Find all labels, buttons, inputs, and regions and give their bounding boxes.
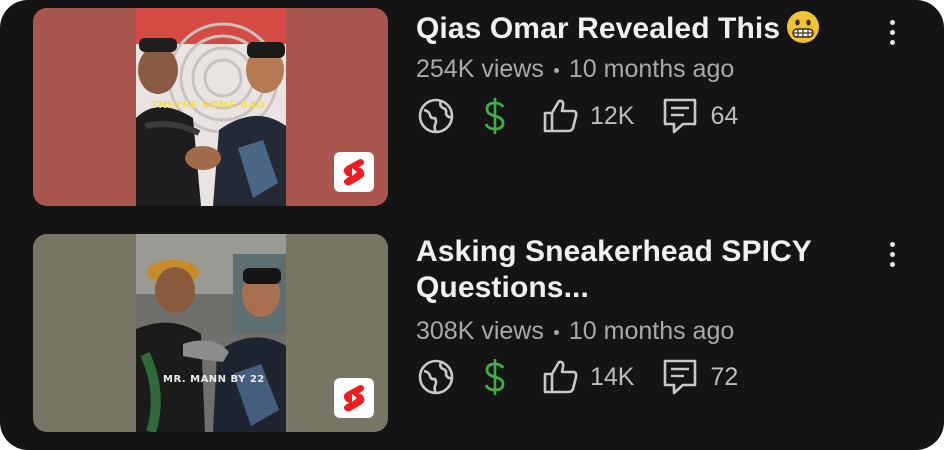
- video-title-text: Qias Omar Revealed This: [416, 12, 781, 45]
- comment-count[interactable]: 72: [662, 358, 738, 396]
- view-count: 254K views: [416, 55, 544, 83]
- video-meta: 254K views 10 months ago: [416, 54, 734, 84]
- shorts-badge: [334, 152, 374, 192]
- video-stats: 12K 64: [416, 96, 738, 136]
- more-options-button[interactable]: [880, 236, 904, 272]
- more-vertical-icon: [889, 19, 895, 25]
- grimacing-face-icon: [786, 10, 820, 53]
- video-item[interactable]: THEYRE SOME BAD Qias Omar Revealed This: [0, 8, 944, 218]
- shorts-icon: [343, 385, 365, 412]
- separator-dot: [553, 329, 559, 335]
- shorts-badge: [334, 378, 374, 418]
- video-title-line: Asking Sneakerhead SPICY: [416, 235, 812, 268]
- dollar-icon: [484, 98, 505, 134]
- comment-icon: [664, 359, 697, 395]
- video-title-line: Questions...: [416, 271, 589, 304]
- thumbs-up-icon: [543, 360, 578, 394]
- video-stats: 14K 72: [416, 357, 738, 397]
- visibility-status[interactable]: [416, 96, 456, 136]
- video-thumbnail[interactable]: THEYRE SOME BAD: [33, 8, 388, 206]
- video-item[interactable]: MR. MANN BY 22 Asking Sneakerhead SPICY …: [0, 234, 944, 444]
- video-title[interactable]: Asking Sneakerhead SPICY Questions...: [416, 234, 856, 306]
- like-count-value: 14K: [590, 362, 635, 391]
- thumbnail-caption: THEYRE SOME BAD: [151, 100, 266, 111]
- video-list: THEYRE SOME BAD Qias Omar Revealed This: [0, 0, 944, 450]
- monetization-status[interactable]: [482, 357, 508, 397]
- video-title[interactable]: Qias Omar Revealed This: [416, 10, 856, 53]
- like-count[interactable]: 14K: [542, 358, 634, 396]
- globe-icon: [418, 359, 454, 395]
- more-options-button[interactable]: [880, 14, 904, 50]
- globe-icon: [418, 98, 454, 134]
- visibility-status[interactable]: [416, 357, 456, 397]
- video-meta: 308K views 10 months ago: [416, 316, 734, 346]
- comment-count-value: 72: [710, 362, 739, 391]
- comment-count-value: 64: [710, 101, 739, 130]
- upload-age: 10 months ago: [568, 55, 735, 83]
- thumbs-up-icon: [543, 99, 578, 133]
- view-count: 308K views: [416, 317, 544, 345]
- upload-age: 10 months ago: [568, 317, 735, 345]
- thumbnail-caption: MR. MANN BY 22: [163, 374, 265, 385]
- video-thumbnail[interactable]: MR. MANN BY 22: [33, 234, 388, 432]
- like-count[interactable]: 12K: [542, 97, 634, 135]
- like-count-value: 12K: [590, 101, 635, 130]
- monetization-status[interactable]: [482, 96, 508, 136]
- comment-count[interactable]: 64: [662, 97, 738, 135]
- more-vertical-icon: [889, 241, 895, 247]
- comment-icon: [664, 98, 697, 134]
- shorts-icon: [343, 159, 365, 186]
- separator-dot: [553, 67, 559, 73]
- dollar-icon: [484, 359, 505, 395]
